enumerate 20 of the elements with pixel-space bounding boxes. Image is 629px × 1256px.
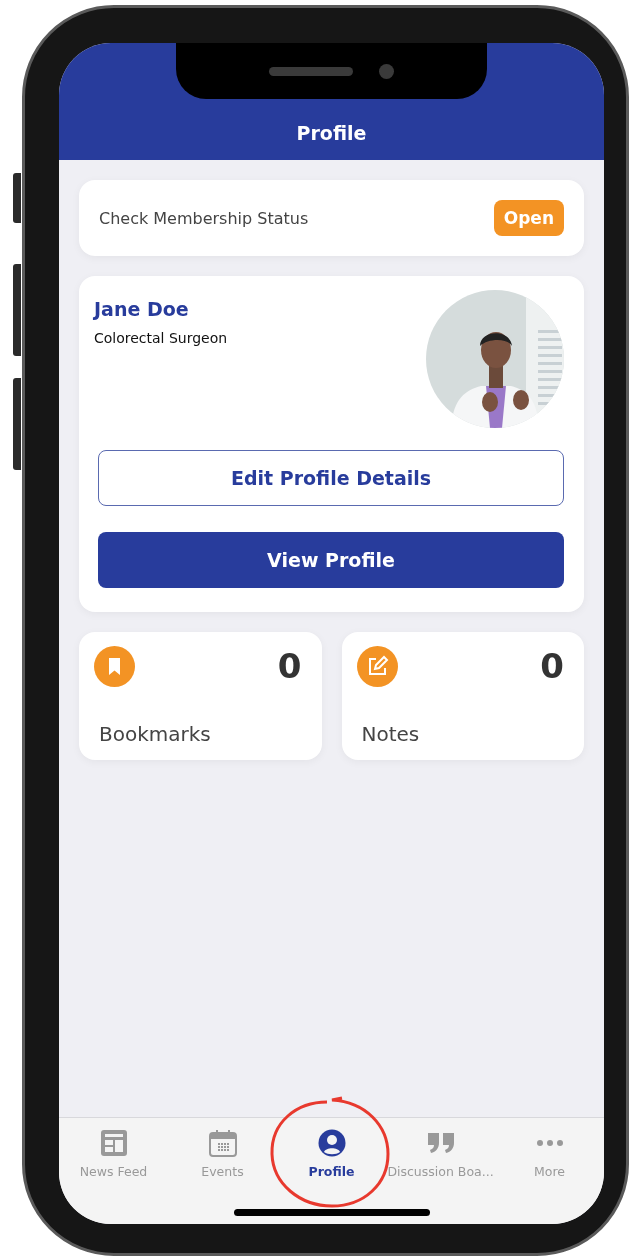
more-icon [535,1140,564,1146]
bookmark-icon [94,646,135,687]
edit-icon [356,646,398,687]
calendar-icon [208,1129,237,1157]
tab[interactable]: Profile [277,1128,386,1179]
stat-label: Notes [360,722,421,746]
stat-count: 0 [277,646,302,686]
view-profile-button[interactable]: View Profile [98,532,564,588]
profile-role: Colorectal Surgeon [94,330,228,346]
newspaper-icon [99,1129,128,1157]
header-title: Profile [296,122,367,144]
quote-icon [426,1131,455,1155]
edit-profile-button[interactable]: Edit Profile Details [98,450,564,506]
profile-name: Jane Doe [94,298,190,320]
user-icon [317,1129,346,1157]
membership-label: Check Membership Status [99,208,309,228]
stat-card[interactable]: 0 Bookmarks [79,632,322,760]
stat-label: Bookmarks [98,722,212,746]
stat-card[interactable]: 0 Notes [341,632,584,760]
stat-count: 0 [540,646,564,686]
